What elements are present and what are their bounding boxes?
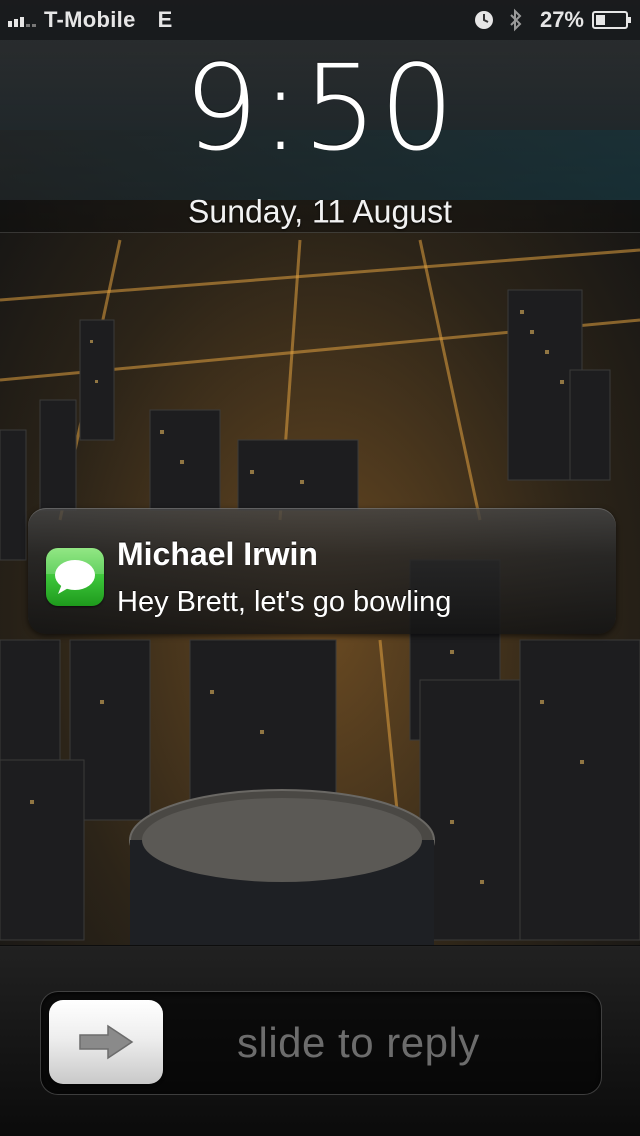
lock-screen: T-Mobile E 27% 9:50 Sunday, 11 August Mi… [0, 0, 640, 1136]
slide-to-reply-knob[interactable] [49, 1000, 163, 1084]
lock-date: Sunday, 11 August [188, 193, 452, 230]
battery-icon [592, 11, 631, 29]
signal-bars-icon [8, 13, 38, 27]
lock-time: 9:50 [183, 39, 457, 177]
network-type: E [157, 7, 173, 32]
battery-percentage: 27% [539, 7, 584, 32]
notification-sender: Michael Irwin [117, 536, 318, 572]
status-bar: T-Mobile E 27% [0, 0, 640, 40]
time-panel: 9:50 Sunday, 11 August [0, 40, 640, 233]
message-notification[interactable]: Michael Irwin Hey Brett, let's go bowlin… [28, 508, 616, 634]
slider-bar: slide to reply [0, 946, 640, 1136]
bluetooth-icon [510, 8, 522, 32]
slide-to-reply-label: slide to reply [237, 1019, 480, 1066]
slide-to-reply-track[interactable]: slide to reply [40, 991, 602, 1095]
carrier-name: T-Mobile [44, 7, 136, 32]
clock-icon [474, 11, 493, 29]
arrow-right-icon [79, 1024, 134, 1060]
notification-message: Hey Brett, let's go bowling [117, 586, 452, 618]
messages-icon [46, 548, 104, 606]
